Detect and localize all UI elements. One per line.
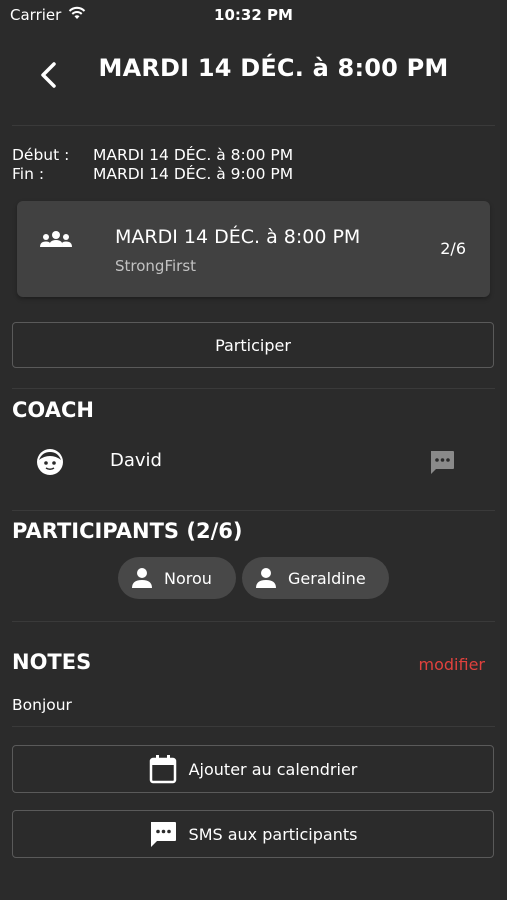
sms-label: SMS aux participants [188, 824, 358, 844]
end-date-row: Fin : MARDI 14 DÉC. à 9:00 PM [12, 165, 293, 183]
participant-name: Norou [164, 568, 212, 588]
calendar-icon [149, 755, 176, 784]
message-coach-button[interactable] [428, 448, 456, 480]
face-icon [36, 448, 64, 480]
coach-name: David [110, 450, 162, 471]
notes-text: Bonjour [12, 696, 72, 714]
divider [12, 125, 495, 126]
divider [12, 388, 495, 389]
person-icon [132, 568, 152, 588]
participant-chip[interactable]: Geraldine [242, 557, 389, 599]
start-value: MARDI 14 DÉC. à 8:00 PM [93, 146, 294, 164]
participate-label: Participer [215, 335, 291, 355]
start-label: Début : [12, 146, 70, 164]
end-label: Fin : [12, 165, 45, 183]
coach-heading: COACH [12, 398, 94, 422]
sms-participants-button[interactable]: SMS aux participants [12, 810, 494, 858]
participate-button[interactable]: Participer [12, 322, 494, 368]
divider [12, 621, 495, 622]
chat-icon [431, 451, 454, 474]
session-count: 2/6 [440, 239, 466, 258]
add-to-calendar-button[interactable]: Ajouter au calendrier [12, 745, 494, 793]
person-icon [256, 568, 276, 588]
participants-heading: PARTICIPANTS (2/6) [12, 519, 243, 543]
participant-chip[interactable]: Norou [118, 557, 236, 599]
start-date-row: Début : MARDI 14 DÉC. à 8:00 PM [12, 146, 293, 164]
session-title: MARDI 14 DÉC. à 8:00 PM [115, 226, 361, 248]
participant-name: Geraldine [288, 568, 366, 588]
divider [12, 510, 495, 511]
status-bar: Carrier 10:32 PM [0, 0, 507, 30]
notes-heading: NOTES [12, 650, 92, 674]
session-card[interactable]: MARDI 14 DÉC. à 8:00 PM StrongFirst 2/6 [17, 201, 490, 297]
calendar-label: Ajouter au calendrier [188, 759, 358, 779]
divider [12, 726, 495, 727]
sms-icon [150, 822, 176, 847]
status-time: 10:32 PM [214, 6, 293, 24]
modify-notes-link[interactable]: modifier [419, 655, 485, 674]
page-title: MARDI 14 DÉC. à 8:00 PM [98, 54, 449, 82]
end-value: MARDI 14 DÉC. à 9:00 PM [93, 165, 294, 183]
session-subtitle: StrongFirst [115, 257, 197, 275]
group-icon [39, 230, 73, 254]
